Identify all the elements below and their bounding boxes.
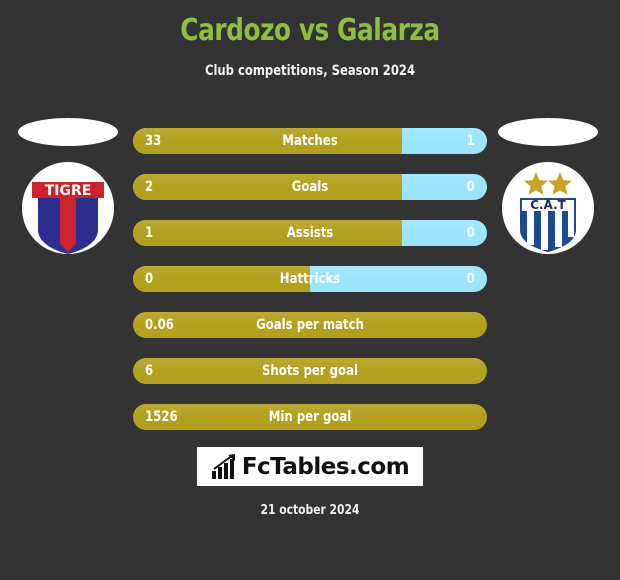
stat-label: Hattricks bbox=[279, 271, 341, 287]
stat-value-away: 0 bbox=[466, 225, 475, 241]
talleres-crest-icon: C.A.T bbox=[502, 162, 594, 254]
stat-label: Goals bbox=[291, 179, 329, 195]
stat-label: Goals per match bbox=[256, 317, 364, 333]
stat-row: 0.06 Goals per match bbox=[133, 312, 487, 338]
stat-label: Assists bbox=[286, 225, 334, 241]
footer-date: 21 october 2024 bbox=[260, 503, 360, 518]
home-badge-ellipse bbox=[18, 118, 118, 146]
away-team-badge: C.A.T bbox=[498, 118, 598, 290]
stat-label: Matches bbox=[282, 133, 338, 149]
fctables-wordmark: FcTables.com bbox=[241, 453, 410, 480]
stat-row: 1526 Min per goal bbox=[133, 404, 487, 430]
stat-value-away: 0 bbox=[466, 271, 475, 287]
home-badge-circle: TIGRE bbox=[22, 162, 114, 254]
stat-label: Shots per goal bbox=[261, 363, 359, 379]
stat-label: Min per goal bbox=[268, 409, 352, 425]
stat-value-away: 0 bbox=[466, 179, 475, 195]
stat-row: 1 Assists 0 bbox=[133, 220, 487, 246]
away-badge-ellipse bbox=[498, 118, 598, 146]
page-subtitle: Club competitions, Season 2024 bbox=[204, 63, 416, 79]
stat-row: 33 Matches 1 bbox=[133, 128, 487, 154]
fctables-logo[interactable]: FcTables.com bbox=[197, 447, 423, 486]
away-badge-text: C.A.T bbox=[530, 198, 566, 212]
bar-chart-arrow-icon bbox=[211, 453, 235, 479]
home-badge-text: TIGRE bbox=[45, 183, 92, 199]
home-team-badge: TIGRE bbox=[18, 118, 118, 290]
tigre-crest-icon: TIGRE bbox=[22, 162, 114, 254]
stats-comparison-chart: 33 Matches 1 2 Goals 0 1 Assists 0 0 Hattricks 0 0.0… bbox=[133, 128, 487, 450]
away-badge-circle: C.A.T bbox=[502, 162, 594, 254]
stat-value-away: 1 bbox=[466, 133, 475, 149]
stat-row: 6 Shots per goal bbox=[133, 358, 487, 384]
page-title: Cardozo vs Galarza bbox=[180, 13, 440, 48]
stat-row: 0 Hattricks 0 bbox=[133, 266, 487, 292]
stat-row: 2 Goals 0 bbox=[133, 174, 487, 200]
